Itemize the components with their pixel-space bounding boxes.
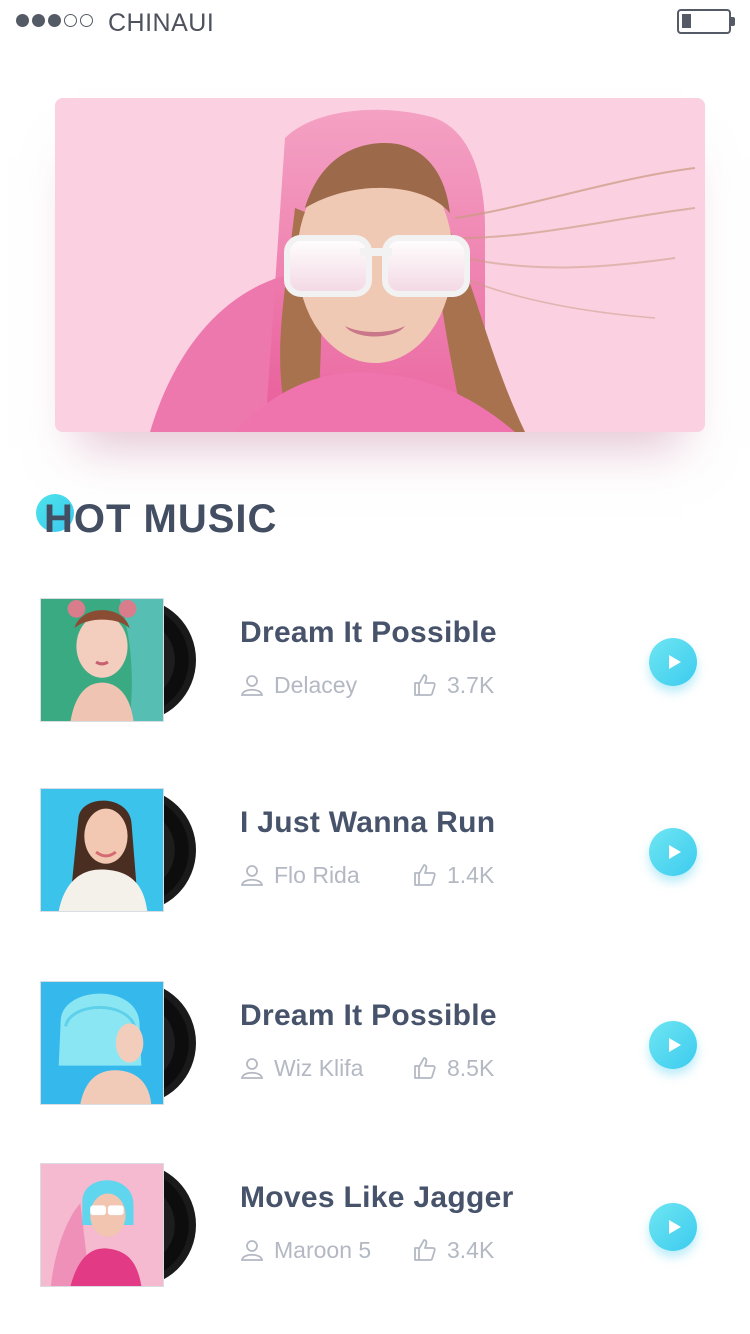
- hero-image: [55, 98, 705, 432]
- thumbs-up-icon: [414, 1057, 436, 1079]
- album-cover: [40, 598, 164, 722]
- like-count: 3.4K: [447, 1236, 495, 1263]
- thumbs-up-icon: [414, 864, 436, 886]
- play-icon: [668, 1038, 681, 1052]
- play-button[interactable]: [649, 828, 697, 876]
- battery-icon: [677, 9, 735, 34]
- hero-banner[interactable]: [55, 98, 705, 432]
- song-title: Dream It Possible: [240, 616, 497, 649]
- song-likes: 3.4K: [413, 1235, 494, 1265]
- album-cover: [40, 981, 164, 1105]
- song-title: Moves Like Jagger: [240, 1181, 514, 1214]
- song-artist: Maroon 5: [240, 1235, 371, 1265]
- status-bar: CHINAUI: [0, 0, 750, 48]
- song-title: Dream It Possible: [240, 999, 497, 1032]
- song-row[interactable]: Dream It Possible Wiz Klifa 8.5K: [0, 981, 750, 1105]
- album-cover: [40, 788, 164, 912]
- song-artist: Flo Rida: [240, 860, 360, 890]
- song-row[interactable]: I Just Wanna Run Flo Rida 1.4K: [0, 788, 750, 912]
- song-artist: Delacey: [240, 670, 357, 700]
- play-button[interactable]: [649, 638, 697, 686]
- play-icon: [668, 1220, 681, 1234]
- section-heading: HOT MUSIC: [44, 497, 278, 541]
- song-title: I Just Wanna Run: [240, 806, 496, 839]
- user-icon: [240, 1058, 264, 1079]
- play-button[interactable]: [649, 1203, 697, 1251]
- artist-name: Maroon 5: [274, 1236, 372, 1263]
- play-button[interactable]: [649, 1021, 697, 1069]
- like-count: 8.5K: [447, 1054, 495, 1081]
- like-count: 1.4K: [447, 861, 495, 888]
- album-cover: [40, 1163, 164, 1287]
- thumbs-up-icon: [414, 674, 436, 696]
- song-row[interactable]: Moves Like Jagger Maroon 5 3.4K: [0, 1163, 750, 1287]
- song-likes: 1.4K: [413, 860, 494, 890]
- like-count: 3.7K: [447, 671, 495, 698]
- user-icon: [240, 1240, 264, 1261]
- carrier-name: CHINAUI: [108, 9, 215, 37]
- song-row[interactable]: Dream It Possible Delacey 3.7K: [0, 598, 750, 722]
- artist-name: Flo Rida: [274, 861, 360, 888]
- signal-strength-icon: [16, 14, 93, 27]
- user-icon: [240, 865, 264, 886]
- play-icon: [668, 655, 681, 669]
- artist-name: Wiz Klifa: [274, 1054, 364, 1081]
- play-icon: [668, 845, 681, 859]
- thumbs-up-icon: [414, 1239, 436, 1261]
- artist-name: Delacey: [274, 671, 358, 698]
- song-likes: 3.7K: [413, 670, 494, 700]
- song-artist: Wiz Klifa: [240, 1053, 363, 1083]
- song-likes: 8.5K: [413, 1053, 494, 1083]
- user-icon: [240, 675, 264, 696]
